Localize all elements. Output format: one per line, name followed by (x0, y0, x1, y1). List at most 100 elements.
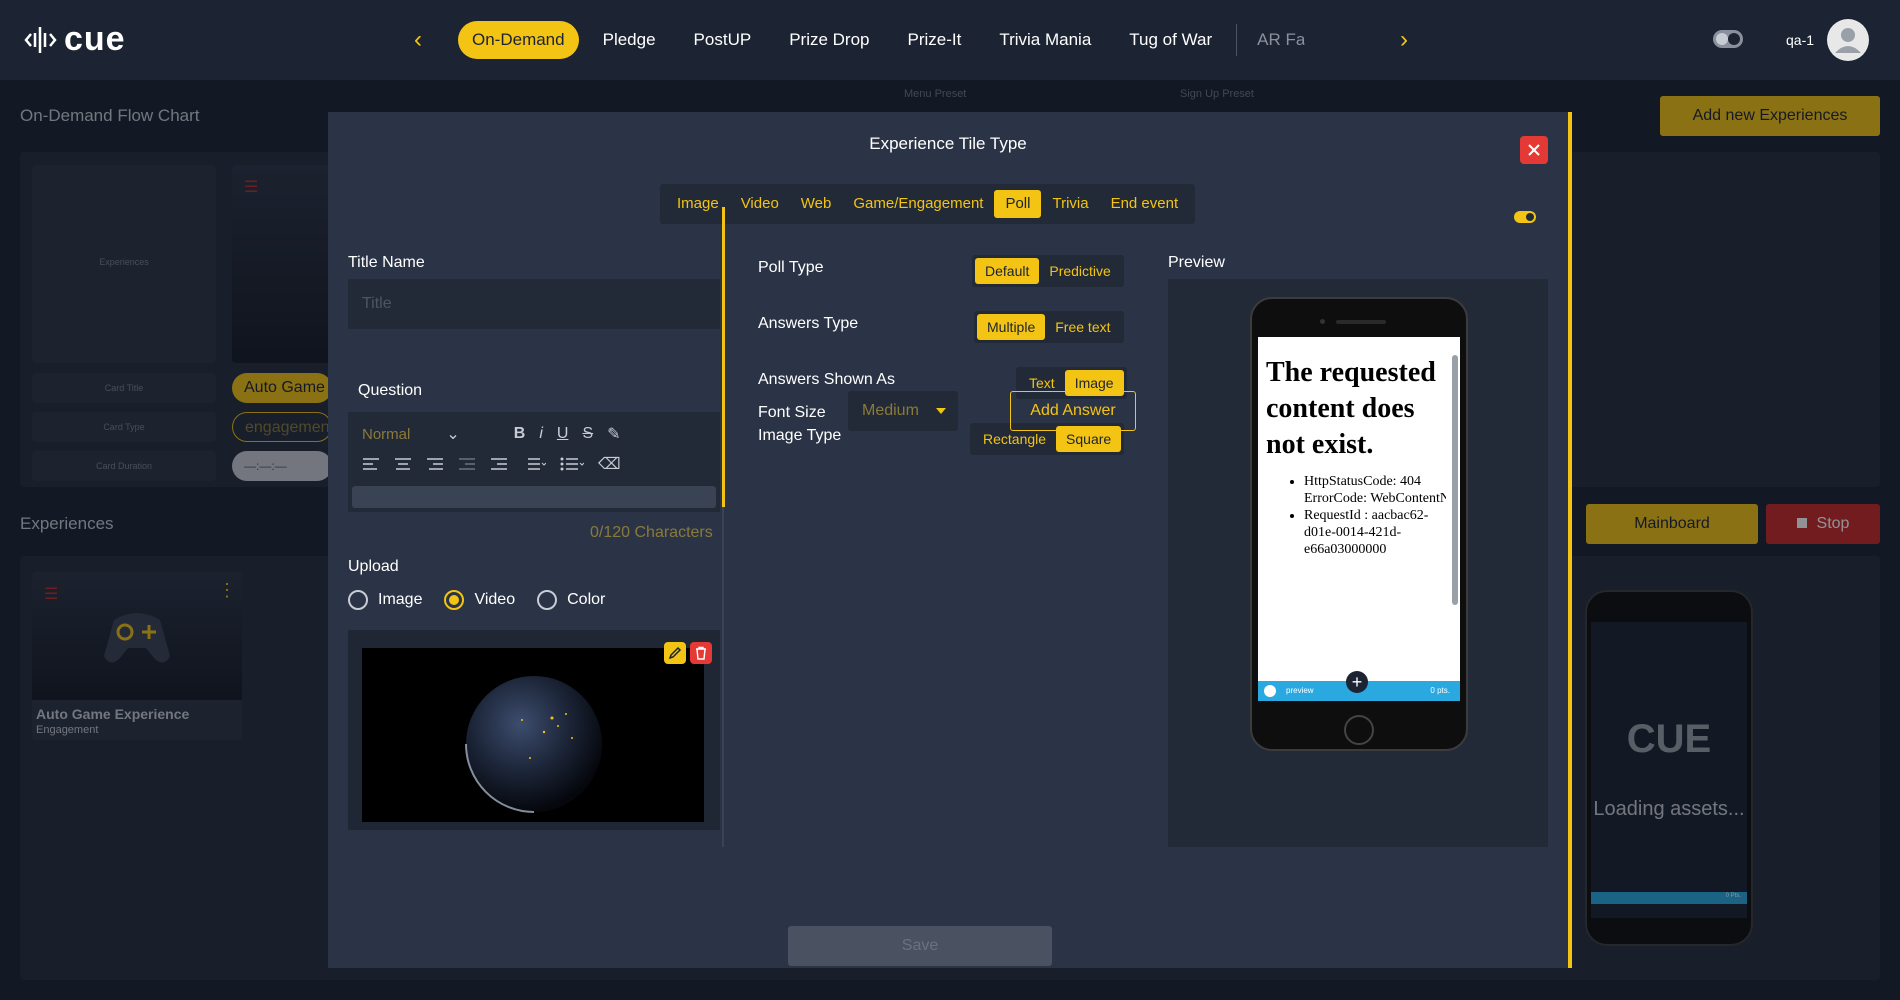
caret-down-icon (936, 408, 946, 414)
radio-video[interactable] (444, 590, 465, 610)
avatar[interactable] (1827, 19, 1869, 61)
add-answer-button[interactable]: Add Answer (1010, 391, 1136, 431)
upload-label: Upload (348, 558, 399, 575)
uploaded-video-thumbnail (362, 648, 704, 822)
scrollbar-thumb[interactable] (1452, 355, 1458, 605)
plus-icon[interactable]: + (1346, 671, 1368, 693)
trash-icon (696, 646, 706, 660)
align-right-icon[interactable] (426, 457, 444, 471)
phone-home-button (1344, 715, 1374, 745)
highlight-icon[interactable]: ✎ (607, 424, 620, 444)
tab-poll[interactable]: Poll (994, 190, 1042, 218)
ordered-list-icon[interactable] (522, 457, 546, 471)
preview-bar-points: 0 pts. (1430, 686, 1450, 695)
preview-panel: The requested content does not exist. Ht… (1168, 279, 1548, 847)
title-input[interactable] (348, 279, 720, 329)
italic-icon[interactable]: i (539, 425, 543, 443)
tab-prize-it[interactable]: Prize-It (894, 21, 976, 59)
tab-postup[interactable]: PostUP (680, 21, 766, 59)
bullet-list-icon[interactable] (560, 457, 584, 471)
question-editor: Normal ⌄ B i U S ✎ ⌫ (348, 412, 720, 512)
user-icon (1835, 28, 1861, 53)
preview-error-content: The requested content does not exist. Ht… (1266, 355, 1446, 558)
nav-next-chevron-icon[interactable]: › (1400, 26, 1408, 54)
char-count: 0/120 Characters (590, 524, 713, 541)
editor-toolbar-row-1: Normal ⌄ B i U S ✎ (362, 424, 635, 444)
poll-type-predictive[interactable]: Predictive (1039, 258, 1120, 284)
modal-title: Experience Tile Type (869, 134, 1027, 153)
user-name: qa-1 (1786, 32, 1815, 48)
radio-color[interactable] (537, 590, 558, 610)
poll-type-label: Poll Type (758, 259, 824, 276)
radio-image[interactable] (348, 590, 368, 610)
preview-phone: The requested content does not exist. Ht… (1250, 297, 1468, 751)
title-name-label: Title Name (348, 254, 425, 271)
tab-tug-of-war[interactable]: Tug of War (1115, 21, 1226, 59)
delete-upload-button[interactable] (690, 642, 712, 664)
tab-trivia[interactable]: Trivia (1041, 190, 1099, 218)
radio-color-label: Color (567, 591, 606, 608)
experience-tile-modal: Experience Tile Type Image Video Web Gam… (328, 112, 1572, 968)
tab-game-engagement[interactable]: Game/Engagement (842, 190, 994, 218)
tab-end-event[interactable]: End event (1100, 190, 1190, 218)
tab-trivia-mania[interactable]: Trivia Mania (985, 21, 1105, 59)
tab-pledge[interactable]: Pledge (589, 21, 670, 59)
question-text-area[interactable] (352, 486, 716, 508)
indent-icon[interactable] (490, 457, 508, 471)
nav-tabs: On-Demand Pledge PostUP Prize Drop Prize… (458, 21, 1315, 59)
save-button[interactable]: Save (788, 926, 1052, 966)
preview-phone-screen: The requested content does not exist. Ht… (1258, 337, 1460, 701)
preview-bar-label: preview (1286, 686, 1314, 695)
profile-dot-icon (1264, 685, 1276, 697)
pencil-icon (668, 646, 682, 660)
error-item: ErrorCode: WebContentNotFound (1304, 490, 1446, 507)
answers-type-multiple[interactable]: Multiple (977, 314, 1046, 340)
font-size-select[interactable]: Medium (848, 391, 958, 431)
image-type-label: Image Type (758, 427, 842, 444)
preview-label: Preview (1168, 254, 1225, 271)
eraser-icon[interactable]: ⌫ (598, 454, 621, 474)
editor-toolbar-row-2: ⌫ (362, 454, 635, 474)
nav-prev-chevron-icon[interactable]: ‹ (414, 26, 422, 54)
error-list: HttpStatusCode: 404 ErrorCode: WebConten… (1266, 473, 1446, 558)
earth-globe-image (465, 676, 602, 813)
upload-radio-group: Image Video Color (348, 590, 627, 610)
strikethrough-icon[interactable]: S (582, 425, 593, 443)
answers-type-toggle: Multiple Free text (974, 311, 1124, 343)
logo-text: cue (64, 20, 126, 58)
align-center-icon[interactable] (394, 457, 412, 471)
answers-shown-label: Answers Shown As (758, 371, 895, 388)
radio-video-label: Video (474, 591, 516, 608)
upload-preview-box (348, 630, 720, 830)
phone-camera (1320, 319, 1325, 324)
cue-logo[interactable]: cue (24, 20, 126, 59)
preview-scrollbar[interactable] (1452, 341, 1458, 671)
answers-type-free-text[interactable]: Free text (1045, 314, 1120, 340)
sound-wave-icon (24, 26, 57, 53)
tab-web[interactable]: Web (790, 190, 843, 218)
tab-video[interactable]: Video (730, 190, 790, 218)
preview-phone-bar: preview 0 pts. + (1258, 671, 1460, 701)
nav-divider (1236, 24, 1238, 56)
theme-toggle-icon[interactable] (1712, 29, 1744, 49)
answers-type-label: Answers Type (758, 315, 859, 332)
column-divider-active (722, 207, 725, 507)
tab-on-demand[interactable]: On-Demand (458, 21, 579, 59)
outdent-icon[interactable] (458, 457, 476, 471)
radio-image-label: Image (378, 591, 423, 608)
error-item: RequestId : aacbac62-d01e-0014-421d-e66a… (1304, 507, 1446, 558)
align-left-icon[interactable] (362, 457, 380, 471)
chevron-down-icon[interactable]: ⌄ (446, 424, 459, 444)
poll-type-default[interactable]: Default (975, 258, 1040, 284)
underline-icon[interactable]: U (557, 425, 569, 443)
format-select[interactable]: Normal (362, 426, 410, 443)
tab-ar-fa[interactable]: AR Fa (1243, 21, 1305, 59)
bold-icon[interactable]: B (514, 425, 526, 443)
tab-prize-drop[interactable]: Prize Drop (775, 21, 883, 59)
close-button[interactable] (1520, 136, 1548, 164)
close-icon (1528, 144, 1540, 156)
font-size-label: Font Size (758, 404, 826, 421)
preview-toggle[interactable] (1514, 211, 1536, 223)
tab-image[interactable]: Image (666, 190, 730, 218)
edit-upload-button[interactable] (664, 642, 686, 664)
